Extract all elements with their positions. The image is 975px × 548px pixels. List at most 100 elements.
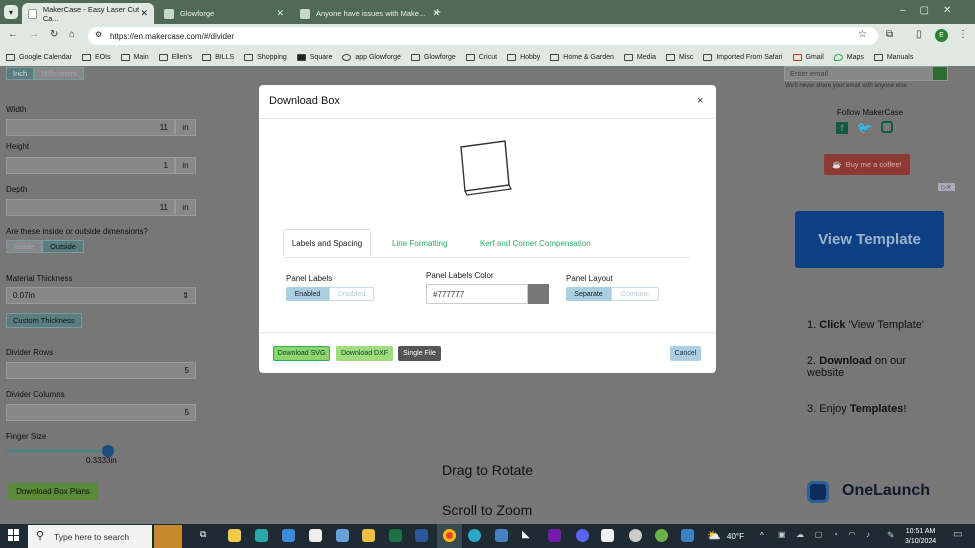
new-tab-button[interactable]: + [434,5,441,19]
ad-choices-icon[interactable]: ▷✕ [938,183,955,191]
color-swatch[interactable] [528,284,549,304]
bookmark-item[interactable]: Gmail [792,53,824,61]
bookmark-item[interactable]: Ellen's [158,53,192,61]
bookmark-item[interactable]: Hobby [507,53,540,61]
profile-avatar[interactable]: E [935,29,948,42]
panel-layout-combine-button[interactable]: Combine [611,287,659,301]
email-submit-button[interactable] [933,67,947,80]
bookmark-item[interactable]: app Glowforge [342,53,401,61]
file-explorer-app-icon[interactable] [228,529,241,542]
windows-start-icon[interactable] [8,529,20,541]
outside-button[interactable]: Outside [42,240,84,253]
close-icon[interactable]: × [697,95,703,107]
pen-icon[interactable]: ✎ [887,530,895,541]
download-svg-button[interactable]: Download SVG [273,346,330,361]
chrome-icon[interactable] [443,529,456,542]
app-icon[interactable] [309,529,322,542]
buy-me-a-coffee-button[interactable]: ☕ Buy me a coffee! [824,154,910,175]
tab-labels-and-spacing[interactable]: Labels and Spacing [283,229,371,257]
inside-button[interactable]: Inside [6,240,42,253]
app-icon[interactable] [336,529,349,542]
view-template-ad-button[interactable]: View Template [795,211,944,268]
url-bar[interactable]: ⚙ https://en.makercase.com/#/divider ☆ [88,27,878,45]
bookmark-item[interactable]: EOIs [81,53,111,61]
divider-columns-input[interactable]: 5 [6,404,196,421]
divider-rows-label: Divider Rows [6,348,54,357]
close-tab-icon[interactable]: ✕ [140,8,148,19]
custom-thickness-button[interactable]: Custom Thickness [6,313,82,328]
bookmark-item[interactable]: Home & Garden [550,53,614,61]
app-icon[interactable] [681,529,694,542]
panel-labels-enabled-button[interactable]: Enabled [286,287,329,301]
single-file-button[interactable]: Single File [398,346,441,361]
tab-makercase[interactable]: MakerCase - Easy Laser Cut Ca... ✕ [22,3,154,24]
side-panel-icon[interactable]: ▯ [916,29,922,40]
clock[interactable]: 10:51 AM 3/10/2024 [905,527,936,547]
folder-app-icon[interactable] [362,529,375,542]
notifications-icon[interactable]: ▭ [953,529,962,540]
back-icon[interactable]: ← [8,29,18,40]
panel-layout-separate-button[interactable]: Separate [566,287,611,301]
forward-icon[interactable]: → [29,29,39,40]
calculator-grid-icon[interactable] [282,529,295,542]
tray-chevron-icon[interactable]: ^ [760,531,764,540]
site-info-icon[interactable]: ⚙ [95,30,102,39]
tab-forum[interactable]: Anyone have issues with Make... ✕ [294,3,446,24]
bookmark-item[interactable]: Main [120,53,149,61]
instagram-icon[interactable] [881,121,893,133]
bookmark-item[interactable]: Square [296,53,332,61]
home-icon[interactable]: ⌂ [69,29,75,40]
taskbar-search[interactable]: ⚲ Type here to search [28,525,152,548]
calculator-icon[interactable] [495,529,508,542]
twitter-icon[interactable]: 🐦 [857,121,872,135]
bookmark-item[interactable]: Google Calendar [6,53,72,61]
bookmark-item[interactable]: BILLS [202,53,234,61]
app-icon[interactable] [255,529,268,542]
bookmark-star-icon[interactable]: ☆ [858,29,867,40]
bookmark-item[interactable]: Cricut [465,53,497,61]
reload-icon[interactable]: ↻ [50,29,58,40]
unit-mm-button[interactable]: Millimeters [34,67,85,80]
material-thickness-select[interactable]: 0.07in ⇕ [6,287,196,304]
download-dxf-button[interactable]: Download DXF [336,346,393,361]
height-input[interactable]: 1 [6,157,175,174]
cancel-button[interactable]: Cancel [670,346,701,361]
task-view-icon[interactable]: ⧉ [200,529,213,542]
panel-labels-disabled-button[interactable]: Disabled [329,287,374,301]
system-tray-icons[interactable]: ▣ ☁ ▢ ◔ ◠ ♪ [778,530,870,542]
bookmark-item[interactable]: Shopping [244,53,287,61]
depth-input[interactable]: 11 [6,199,175,216]
weather-temp[interactable]: 40°F [727,532,744,541]
app-icon[interactable] [629,529,642,542]
skype-icon[interactable] [468,529,481,542]
width-input[interactable]: 11 [6,119,175,136]
close-tab-icon[interactable]: ✕ [276,8,284,19]
bookmark-item[interactable]: Imported From Safari [703,53,783,61]
divider-rows-input[interactable]: 5 [6,362,196,379]
tab-line-formatting[interactable]: Line Formatting [392,229,448,257]
bookmark-item[interactable]: Maps [833,53,864,61]
facebook-icon[interactable]: f [836,122,848,134]
word-icon[interactable] [415,529,428,542]
bookmark-item[interactable]: Media [623,53,656,61]
tab-search-chevron-icon[interactable]: ▾ [4,5,18,19]
tab-glowforge[interactable]: Glowforge ✕ [158,3,290,24]
tab-kerf-and-corner[interactable]: Kerf and Corner Compensation [480,229,591,257]
app-icon[interactable] [601,529,614,542]
unit-inch-button[interactable]: Inch [6,67,35,80]
panel-labels-color-input[interactable]: #777777 [426,284,528,304]
bookmark-item[interactable]: Glowforge [410,53,456,61]
menu-icon[interactable]: ⋮ [958,29,968,40]
onenote-icon[interactable] [548,529,561,542]
app-icon[interactable] [655,529,668,542]
app-icon[interactable]: ◣ [522,529,535,542]
bookmark-item[interactable]: Misc [665,53,693,61]
extensions-icon[interactable]: ⧉ [886,29,893,40]
bookmark-item[interactable]: Manuals [873,53,913,61]
finger-size-slider-track[interactable] [6,445,116,457]
discord-icon[interactable] [576,529,589,542]
download-box-plans-button[interactable]: Download Box Plans [8,483,98,500]
window-controls[interactable]: –▢✕ [900,5,965,16]
excel-icon[interactable] [389,529,402,542]
email-input[interactable]: Enter email [784,66,948,81]
